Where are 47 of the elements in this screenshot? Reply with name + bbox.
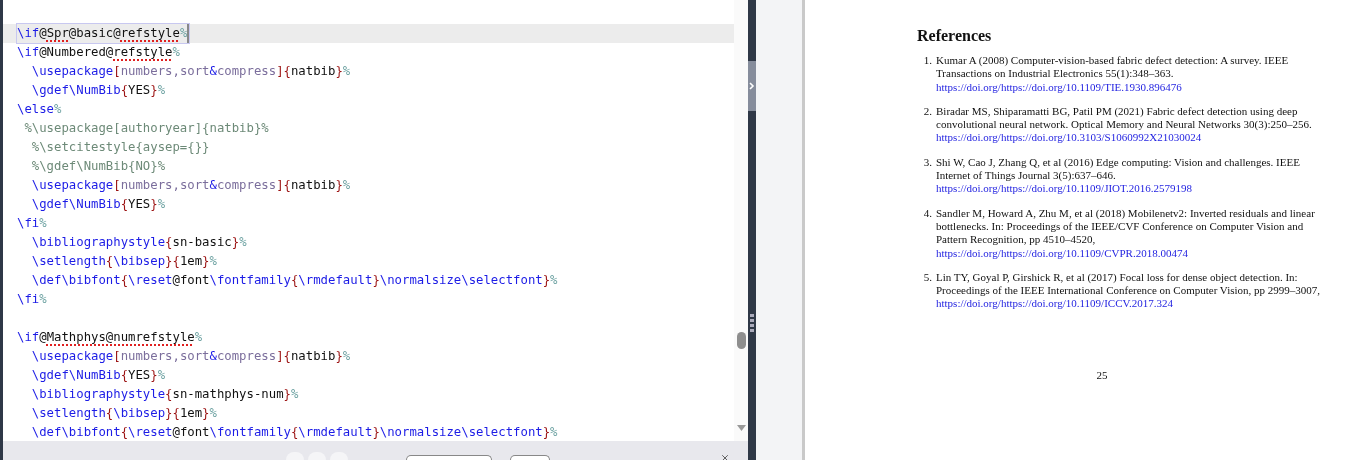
doi-link[interactable]: https://doi.org/https://doi.org/10.1109/JIOT.2016.2579198 bbox=[936, 182, 1192, 195]
code-line: %\setcitestyle{aysep={}} bbox=[30, 139, 210, 156]
code-line: \fi% bbox=[17, 215, 47, 232]
section-heading: References bbox=[917, 26, 993, 46]
code-line: \if@Mathphys@numrefstyle% bbox=[17, 329, 203, 346]
code-line: \bibliographystyle{sn-mathphys-num}% bbox=[30, 386, 299, 403]
doi-link[interactable]: https://doi.org/https://doi.org/10.1109/CVPR.2018.00474 bbox=[936, 246, 1188, 259]
code-line: \fi% bbox=[17, 291, 47, 308]
code-line: \gdef\NumBib{YES}% bbox=[30, 82, 166, 99]
toolbar-pill-control[interactable] bbox=[510, 455, 550, 460]
close-icon[interactable] bbox=[720, 453, 730, 460]
reference-number: 4. bbox=[922, 206, 933, 221]
code-line: \usepackage[numbers,sort&compress]{natbib}% bbox=[30, 63, 351, 80]
reference-number: 2. bbox=[922, 104, 933, 119]
scrollbar-thumb[interactable] bbox=[736, 332, 746, 349]
code-line: \else% bbox=[17, 101, 62, 118]
code-line: \gdef\NumBib{YES}% bbox=[30, 367, 166, 384]
code-line: \setlength{\bibsep}{1em}% bbox=[30, 253, 217, 270]
chevron-right-icon bbox=[749, 82, 755, 90]
reference-entry: Sandler M, Howard A, Zhu M, et al (2018) Mobilenetv2: Inverted residuals and linear bottlenecks. In: Proceedings of the IEEE/CVF Conference on Computer Vision and Pattern Recognition, pp 4510–4520, https://doi.org/https://doi.org/10.1109/CVPR.2018.00474 bbox=[936, 206, 1316, 260]
code-line: \def\bibfont{\reset@font\fontfamily{\rmdefault}\normalsize\selectfont}% bbox=[30, 424, 558, 441]
code-line: %\gdef\NumBib{NO}% bbox=[30, 158, 166, 175]
reference-entry: Lin TY, Goyal P, Girshick R, et al (2017) Focal loss for dense object detection. In: Proceedings of the IEEE International Conference on Computer Vision, pp 2999–3007, https://doi.org/https://doi.org/10.1109/ICCV.2017.324 bbox=[936, 270, 1322, 311]
page-number: 25 bbox=[1095, 367, 1109, 383]
code-line: \def\bibfont{\reset@font\fontfamily{\rmdefault}\normalsize\selectfont}% bbox=[30, 272, 558, 289]
code-line: \usepackage[numbers,sort&compress]{natbib}% bbox=[30, 177, 351, 194]
code-line: \bibliographystyle{sn-basic}% bbox=[30, 234, 247, 251]
doi-link[interactable]: https://doi.org/https://doi.org/10.3103/S1060992X21030024 bbox=[936, 131, 1202, 144]
doi-link[interactable]: https://doi.org/https://doi.org/10.1109/ICCV.2017.324 bbox=[936, 297, 1174, 310]
code-line: \usepackage[numbers,sort&compress]{natbib}% bbox=[30, 348, 351, 365]
scroll-down-icon[interactable] bbox=[736, 425, 746, 431]
reference-entry: Shi W, Cao J, Zhang Q, et al (2016) Edge computing: Vision and challenges. IEEE Internet of Things Journal 3(5):637–646. https://doi.org/https://doi.org/10.1109/JIOT.2016.2579198 bbox=[936, 155, 1301, 196]
reference-number: 1. bbox=[922, 54, 933, 68]
grip-icon[interactable] bbox=[750, 314, 754, 332]
code-line: \setlength{\bibsep}{1em}% bbox=[30, 405, 217, 422]
doi-link[interactable]: https://doi.org/https://doi.org/10.1109/TIE.1930.896476 bbox=[936, 80, 1182, 93]
collapse-handle[interactable] bbox=[748, 61, 756, 111]
reference-entry: Kumar A (2008) Computer-vision-based fabric defect detection: A survey. IEEE Transactions on Industrial Electronics 55(1):348–363. https://doi.org/https://doi.org/10.1109/TIE.1930.896476 bbox=[936, 54, 1290, 94]
scrollbar[interactable] bbox=[734, 0, 748, 441]
toolbar-pill-control[interactable] bbox=[406, 455, 492, 460]
reference-number: 3. bbox=[922, 155, 933, 170]
reference-number: 5. bbox=[922, 270, 933, 285]
reference-entry: Biradar MS, Shiparamatti BG, Patil PM (2021) Fabric defect detection using deep convolutional neural network. Optical Memory and Neural Networks 30(3):250–256. https://doi.org/https://doi.org/10.3103/S1060992X21030024 bbox=[936, 104, 1313, 145]
code-line: \if@Numbered@refstyle% bbox=[17, 44, 180, 61]
code-line: \gdef\NumBib{YES}% bbox=[30, 196, 166, 213]
code-line: %\usepackage[authoryear]{natbib}% bbox=[23, 120, 269, 137]
code-line: \if@Spr@basic@refstyle% bbox=[17, 24, 190, 43]
